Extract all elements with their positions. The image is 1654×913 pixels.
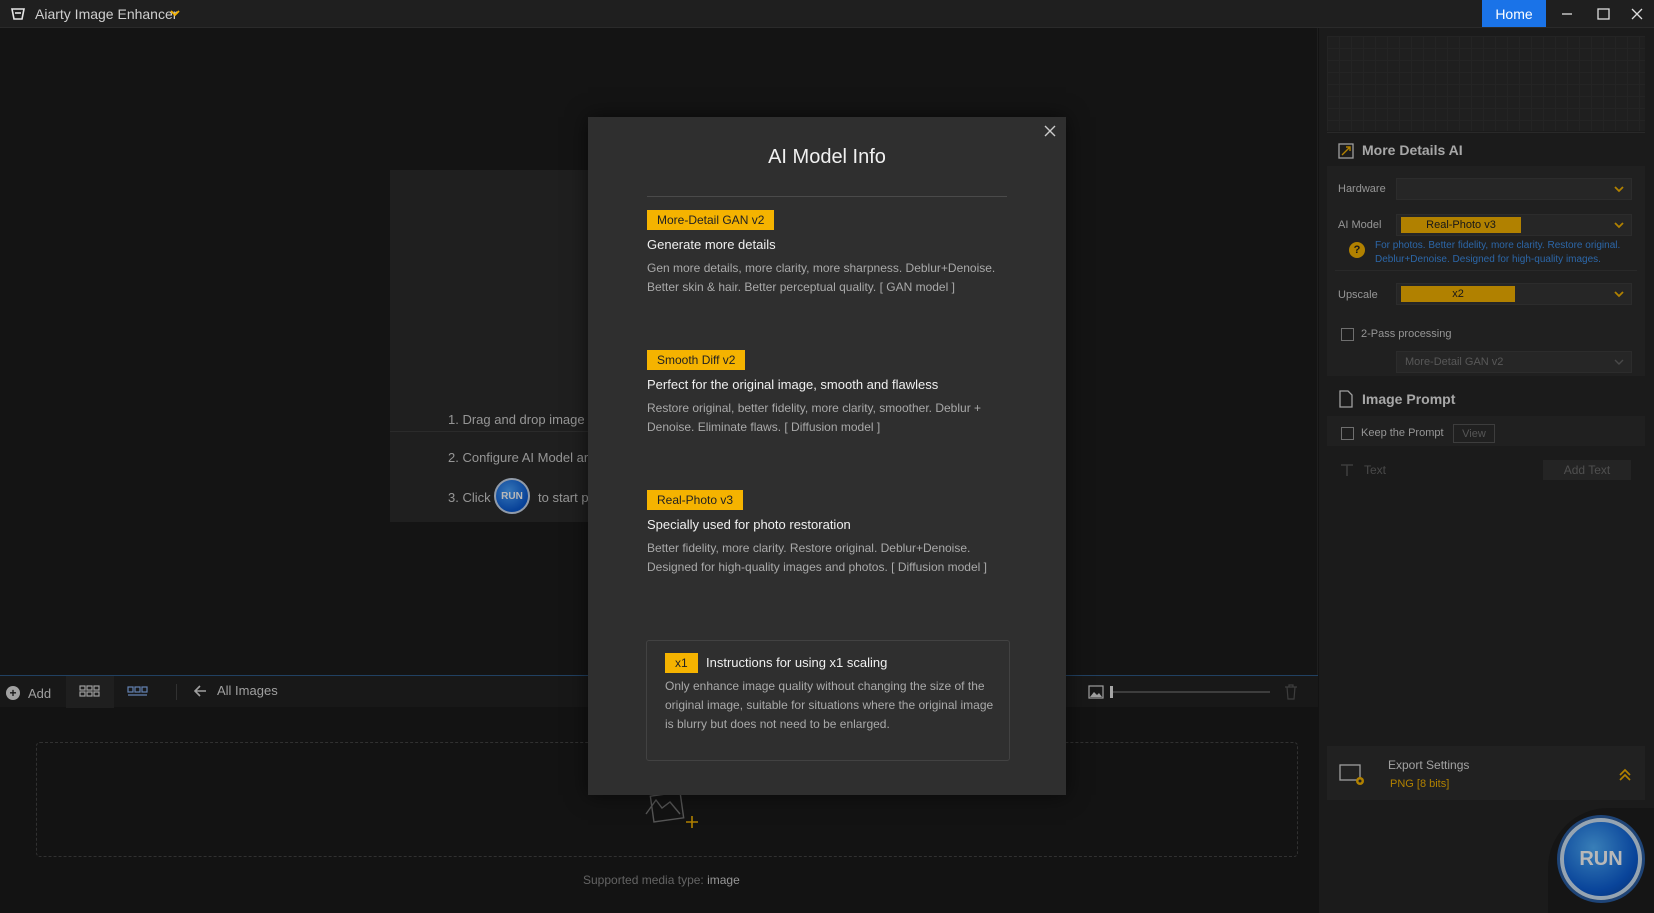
- model-badge: More-Detail GAN v2: [647, 210, 775, 230]
- minimize-icon[interactable]: [1556, 4, 1578, 24]
- title-bar: [0, 0, 1654, 28]
- model-headline: Specially used for photo restoration: [647, 517, 851, 532]
- model-headline: Generate more details: [647, 237, 776, 252]
- x1-badge: x1: [665, 653, 698, 673]
- close-icon[interactable]: [1626, 4, 1648, 24]
- x1-headline: Instructions for using x1 scaling: [706, 655, 888, 670]
- model-badge: Real-Photo v3: [647, 490, 744, 510]
- close-icon[interactable]: [1042, 123, 1058, 139]
- app-title: Aiarty Image Enhancer: [35, 6, 178, 22]
- x1-description: Only enhance image quality without chang…: [665, 679, 994, 731]
- dialog-title: AI Model Info: [768, 146, 886, 168]
- maximize-icon[interactable]: [1592, 4, 1614, 24]
- app-window: Aiarty Image Enhancer Home 1. Drag and d…: [0, 0, 1654, 913]
- chevron-down-icon[interactable]: [168, 6, 182, 20]
- divider: [647, 196, 1007, 197]
- model-badge: Smooth Diff v2: [647, 350, 746, 370]
- model-headline: Perfect for the original image, smooth a…: [647, 377, 939, 392]
- model-description: Gen more details, more clarity, more sha…: [647, 261, 996, 294]
- home-button[interactable]: Home: [1482, 0, 1546, 27]
- app-logo-icon: [11, 8, 25, 20]
- model-description: Better fidelity, more clarity. Restore o…: [647, 541, 987, 574]
- model-description: Restore original, better fidelity, more …: [647, 401, 982, 434]
